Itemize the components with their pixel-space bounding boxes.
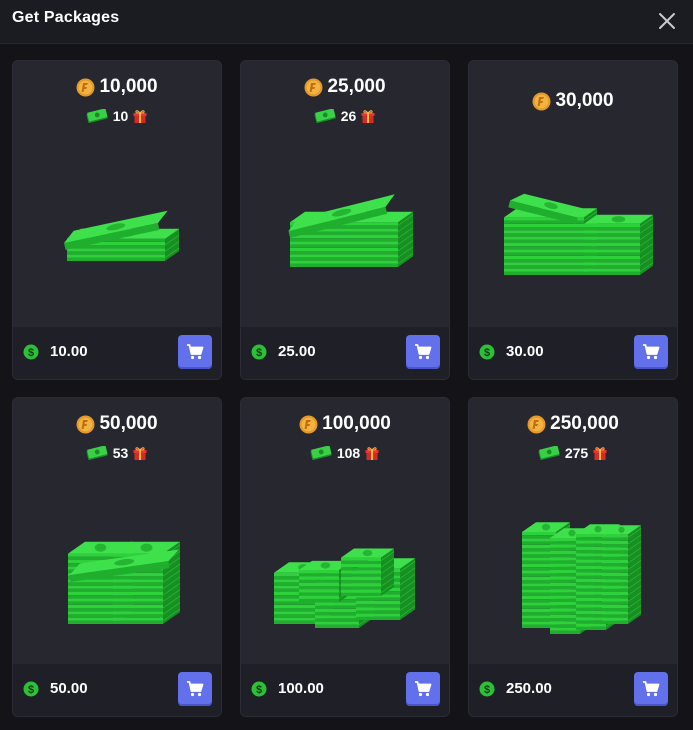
gift-icon [132, 108, 148, 124]
double-cash-stack-image [469, 179, 677, 314]
package-footer: $100.00 [241, 664, 449, 716]
coin-amount-row: 30,000 [469, 90, 677, 112]
package-card[interactable]: 100,000 108 $100.00 [240, 397, 450, 717]
coin-amount-row: 250,000 [469, 413, 677, 435]
package-display: 10,000 10 [13, 61, 221, 329]
package-card[interactable]: 25,000 26 $25.00 [240, 60, 450, 380]
cash-icon [310, 445, 332, 460]
small-cash-stack-image [13, 179, 221, 314]
coin-amount-row: 10,000 [13, 76, 221, 98]
bonus-row: 26 [241, 107, 449, 125]
package-card[interactable]: 50,000 53 $50.00 [12, 397, 222, 717]
package-price: 100.00 [278, 680, 324, 697]
dollar-icon: $ [479, 344, 495, 360]
package-price: 10.00 [50, 343, 88, 360]
package-display: 250,000 275 [469, 398, 677, 666]
large-cash-stack-image [13, 516, 221, 651]
package-footer: $250.00 [469, 664, 677, 716]
coin-amount: 25,000 [327, 76, 386, 97]
coin-icon [527, 415, 546, 434]
package-price: 25.00 [278, 343, 316, 360]
close-icon[interactable] [655, 9, 679, 33]
svg-text:$: $ [484, 347, 490, 359]
cash-tower-image [469, 516, 677, 651]
package-price: 250.00 [506, 680, 552, 697]
coin-amount: 50,000 [99, 413, 158, 434]
modal-title: Get Packages [12, 9, 120, 26]
modal-header: Get Packages [0, 0, 693, 44]
gift-icon [360, 108, 376, 124]
bonus-amount: 108 [336, 444, 361, 461]
coin-icon [304, 78, 323, 97]
coin-icon [532, 92, 551, 111]
dollar-icon: $ [479, 681, 495, 697]
bonus-amount: 26 [340, 107, 357, 124]
package-card[interactable]: 10,000 10 $10.00 [12, 60, 222, 380]
bonus-amount: 53 [112, 444, 129, 461]
package-footer: $25.00 [241, 327, 449, 379]
package-display: 25,000 26 [241, 61, 449, 329]
bonus-row: 10 [13, 107, 221, 125]
dollar-icon: $ [251, 681, 267, 697]
coin-icon [299, 415, 318, 434]
svg-text:$: $ [484, 684, 490, 696]
svg-text:$: $ [28, 684, 34, 696]
gift-icon [364, 445, 380, 461]
bonus-row: 53 [13, 444, 221, 462]
coin-amount: 10,000 [99, 76, 158, 97]
svg-text:$: $ [256, 347, 262, 359]
buy-cart-button[interactable] [406, 335, 440, 369]
medium-cash-stack-image [241, 179, 449, 314]
coin-amount: 250,000 [550, 413, 619, 434]
dollar-icon: $ [23, 681, 39, 697]
coin-amount: 100,000 [322, 413, 391, 434]
cash-icon [314, 108, 336, 123]
gift-icon [132, 445, 148, 461]
package-display: 30,000 [469, 61, 677, 329]
package-footer: $50.00 [13, 664, 221, 716]
bonus-amount: 275 [564, 444, 589, 461]
buy-cart-button[interactable] [634, 672, 668, 706]
package-display: 100,000 108 [241, 398, 449, 666]
package-footer: $10.00 [13, 327, 221, 379]
package-display: 50,000 53 [13, 398, 221, 666]
bonus-row: 275 [469, 444, 677, 462]
package-card[interactable]: 250,000 275 $250.00 [468, 397, 678, 717]
svg-text:$: $ [28, 347, 34, 359]
package-price: 30.00 [506, 343, 544, 360]
package-footer: $30.00 [469, 327, 677, 379]
coin-amount-row: 50,000 [13, 413, 221, 435]
cash-pile-image [241, 516, 449, 651]
gift-icon [592, 445, 608, 461]
coin-icon [76, 78, 95, 97]
dollar-icon: $ [251, 344, 267, 360]
package-price: 50.00 [50, 680, 88, 697]
package-card[interactable]: 30,000 $30.00 [468, 60, 678, 380]
dollar-icon: $ [23, 344, 39, 360]
svg-text:$: $ [256, 684, 262, 696]
coin-amount: 30,000 [555, 90, 614, 111]
coin-amount-row: 100,000 [241, 413, 449, 435]
coin-icon [76, 415, 95, 434]
bonus-row: 108 [241, 444, 449, 462]
buy-cart-button[interactable] [178, 672, 212, 706]
bonus-amount: 10 [112, 107, 129, 124]
cash-icon [86, 108, 108, 123]
get-packages-modal: Get Packages 10,000 10 $10.00 25,000 26 $25.0… [0, 0, 693, 730]
cash-icon [86, 445, 108, 460]
buy-cart-button[interactable] [634, 335, 668, 369]
buy-cart-button[interactable] [178, 335, 212, 369]
cash-icon [538, 445, 560, 460]
coin-amount-row: 25,000 [241, 76, 449, 98]
buy-cart-button[interactable] [406, 672, 440, 706]
